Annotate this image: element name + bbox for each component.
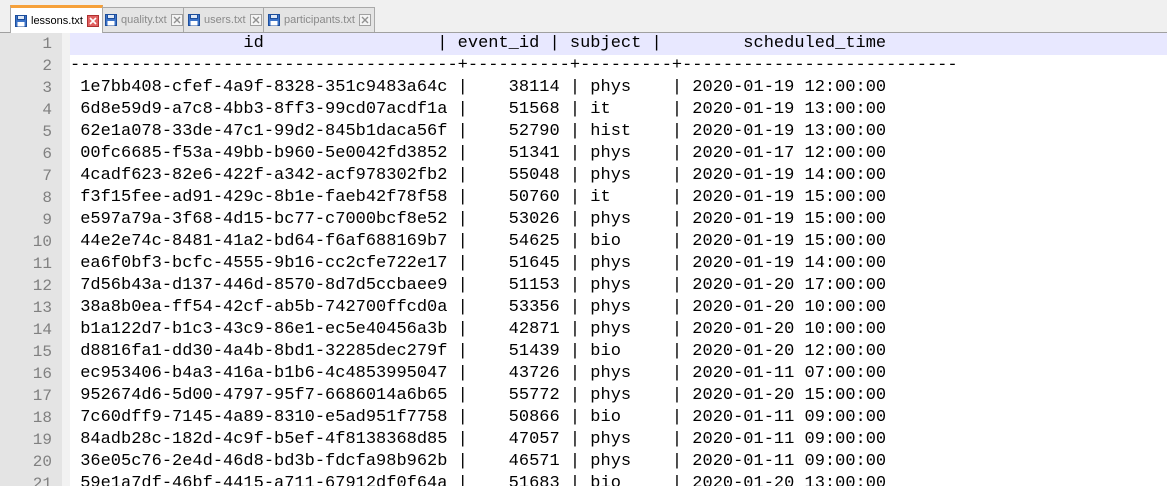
- editor-line-current[interactable]: 1 id | event_id | subject | scheduled_ti…: [0, 33, 1167, 55]
- line-number: 8: [42, 189, 52, 207]
- tab-label: users.txt: [204, 14, 246, 26]
- file-icon: [188, 14, 200, 26]
- editor-line[interactable]: 7 4cadf623-82e6-422f-a342-acf978302fb2 |…: [0, 165, 1167, 187]
- line-text[interactable]: 7c60dff9-7145-4a89-8310-e5ad951f7758 | 5…: [70, 407, 1167, 429]
- editor-line[interactable]: 19 84adb28c-182d-4c9f-b5ef-4f8138368d85 …: [0, 429, 1167, 451]
- close-icon[interactable]: [249, 14, 262, 26]
- line-text[interactable]: b1a122d7-b1c3-43c9-86e1-ec5e40456a3b | 4…: [70, 319, 1167, 341]
- line-text[interactable]: ec953406-b4a3-416a-b1b6-4c4853995047 | 4…: [70, 363, 1167, 385]
- tab-participants[interactable]: participants.txt: [263, 7, 375, 32]
- line-number: 16: [32, 365, 52, 383]
- editor-line[interactable]: 17 952674d6-5d00-4797-95f7-6686014a6b65 …: [0, 385, 1167, 407]
- line-number: 17: [32, 387, 52, 405]
- line-number: 13: [32, 299, 52, 317]
- editor-line[interactable]: 14 b1a122d7-b1c3-43c9-86e1-ec5e40456a3b …: [0, 319, 1167, 341]
- editor-line[interactable]: 4 6d8e59d9-a7c8-4bb3-8ff3-99cd07acdf1a |…: [0, 99, 1167, 121]
- line-text[interactable]: id | event_id | subject | scheduled_time: [70, 33, 1167, 55]
- line-number: 18: [32, 409, 52, 427]
- file-icon: [105, 14, 117, 26]
- tab-label: participants.txt: [284, 14, 355, 26]
- line-text[interactable]: 38a8b0ea-ff54-42cf-ab5b-742700ffcd0a | 5…: [70, 297, 1167, 319]
- line-text[interactable]: 6d8e59d9-a7c8-4bb3-8ff3-99cd07acdf1a | 5…: [70, 99, 1167, 121]
- line-number: 11: [32, 255, 52, 273]
- line-number: 10: [32, 233, 52, 251]
- editor-line[interactable]: 11 ea6f0bf3-bcfc-4555-9b16-cc2cfe722e17 …: [0, 253, 1167, 275]
- editor-line[interactable]: 6 00fc6685-f53a-49bb-b960-5e0042fd3852 |…: [0, 143, 1167, 165]
- line-number: 3: [42, 79, 52, 97]
- line-text[interactable]: 1e7bb408-cfef-4a9f-8328-351c9483a64c | 3…: [70, 77, 1167, 99]
- line-text[interactable]: d8816fa1-dd30-4a4b-8bd1-32285dec279f | 5…: [70, 341, 1167, 363]
- line-number: 21: [32, 475, 52, 486]
- line-text[interactable]: 4cadf623-82e6-422f-a342-acf978302fb2 | 5…: [70, 165, 1167, 187]
- line-number: 19: [32, 431, 52, 449]
- editor-text-area[interactable]: 1 id | event_id | subject | scheduled_ti…: [0, 33, 1167, 486]
- line-text[interactable]: 952674d6-5d00-4797-95f7-6686014a6b65 | 5…: [70, 385, 1167, 407]
- file-icon: [268, 14, 280, 26]
- tab-label: quality.txt: [121, 14, 167, 26]
- close-icon[interactable]: [86, 14, 99, 27]
- line-text[interactable]: 59e1a7df-46bf-4415-a711-67912df0f64a | 5…: [70, 473, 1167, 486]
- close-icon[interactable]: [170, 14, 183, 26]
- editor-line[interactable]: 18 7c60dff9-7145-4a89-8310-e5ad951f7758 …: [0, 407, 1167, 429]
- editor-line[interactable]: 15 d8816fa1-dd30-4a4b-8bd1-32285dec279f …: [0, 341, 1167, 363]
- line-text[interactable]: 36e05c76-2e4d-46d8-bd3b-fdcfa98b962b | 4…: [70, 451, 1167, 473]
- line-text[interactable]: --------------------------------------+-…: [70, 55, 1167, 77]
- tab-quality[interactable]: quality.txt: [100, 7, 187, 32]
- line-number: 6: [42, 145, 52, 163]
- editor-line[interactable]: 3 1e7bb408-cfef-4a9f-8328-351c9483a64c |…: [0, 77, 1167, 99]
- line-number: 2: [42, 57, 52, 75]
- editor-line[interactable]: 20 36e05c76-2e4d-46d8-bd3b-fdcfa98b962b …: [0, 451, 1167, 473]
- editor-line[interactable]: 12 7d56b43a-d137-446d-8570-8d7d5ccbaee9 …: [0, 275, 1167, 297]
- line-number: 4: [42, 101, 52, 119]
- line-text[interactable]: 00fc6685-f53a-49bb-b960-5e0042fd3852 | 5…: [70, 143, 1167, 165]
- tab-users[interactable]: users.txt: [183, 7, 266, 32]
- line-text[interactable]: f3f15fee-ad91-429c-8b1e-faeb42f78f58 | 5…: [70, 187, 1167, 209]
- line-text[interactable]: e597a79a-3f68-4d15-bc77-c7000bcf8e52 | 5…: [70, 209, 1167, 231]
- line-text[interactable]: 62e1a078-33de-47c1-99d2-845b1daca56f | 5…: [70, 121, 1167, 143]
- editor-line[interactable]: 8 f3f15fee-ad91-429c-8b1e-faeb42f78f58 |…: [0, 187, 1167, 209]
- line-number: 1: [42, 35, 52, 53]
- line-number: 15: [32, 343, 52, 361]
- tab-lessons[interactable]: lessons.txt: [10, 5, 103, 33]
- editor-line[interactable]: 13 38a8b0ea-ff54-42cf-ab5b-742700ffcd0a …: [0, 297, 1167, 319]
- editor-line[interactable]: 10 44e2e74c-8481-41a2-bd64-f6af688169b7 …: [0, 231, 1167, 253]
- line-number: 14: [32, 321, 52, 339]
- tab-bar: lessons.txt quality.txt users.txt partic…: [0, 0, 1167, 33]
- line-number: 12: [32, 277, 52, 295]
- line-text[interactable]: 44e2e74c-8481-41a2-bd64-f6af688169b7 | 5…: [70, 231, 1167, 253]
- editor-line[interactable]: 2 --------------------------------------+…: [0, 55, 1167, 77]
- tab-bar-top-strip: [0, 0, 1167, 6]
- editor-line[interactable]: 16 ec953406-b4a3-416a-b1b6-4c4853995047 …: [0, 363, 1167, 385]
- editor-line[interactable]: 5 62e1a078-33de-47c1-99d2-845b1daca56f |…: [0, 121, 1167, 143]
- file-icon: [15, 14, 27, 27]
- line-number: 20: [32, 453, 52, 471]
- line-number: 7: [42, 167, 52, 185]
- editor-line[interactable]: 9 e597a79a-3f68-4d15-bc77-c7000bcf8e52 |…: [0, 209, 1167, 231]
- tab-label: lessons.txt: [31, 14, 83, 27]
- line-number: 9: [42, 211, 52, 229]
- editor-line[interactable]: 21 59e1a7df-46bf-4415-a711-67912df0f64a …: [0, 473, 1167, 486]
- text-editor[interactable]: 1 id | event_id | subject | scheduled_ti…: [0, 33, 1167, 486]
- line-text[interactable]: ea6f0bf3-bcfc-4555-9b16-cc2cfe722e17 | 5…: [70, 253, 1167, 275]
- line-number: 5: [42, 123, 52, 141]
- close-icon[interactable]: [358, 14, 371, 26]
- line-text[interactable]: 84adb28c-182d-4c9f-b5ef-4f8138368d85 | 4…: [70, 429, 1167, 451]
- line-text[interactable]: 7d56b43a-d137-446d-8570-8d7d5ccbaee9 | 5…: [70, 275, 1167, 297]
